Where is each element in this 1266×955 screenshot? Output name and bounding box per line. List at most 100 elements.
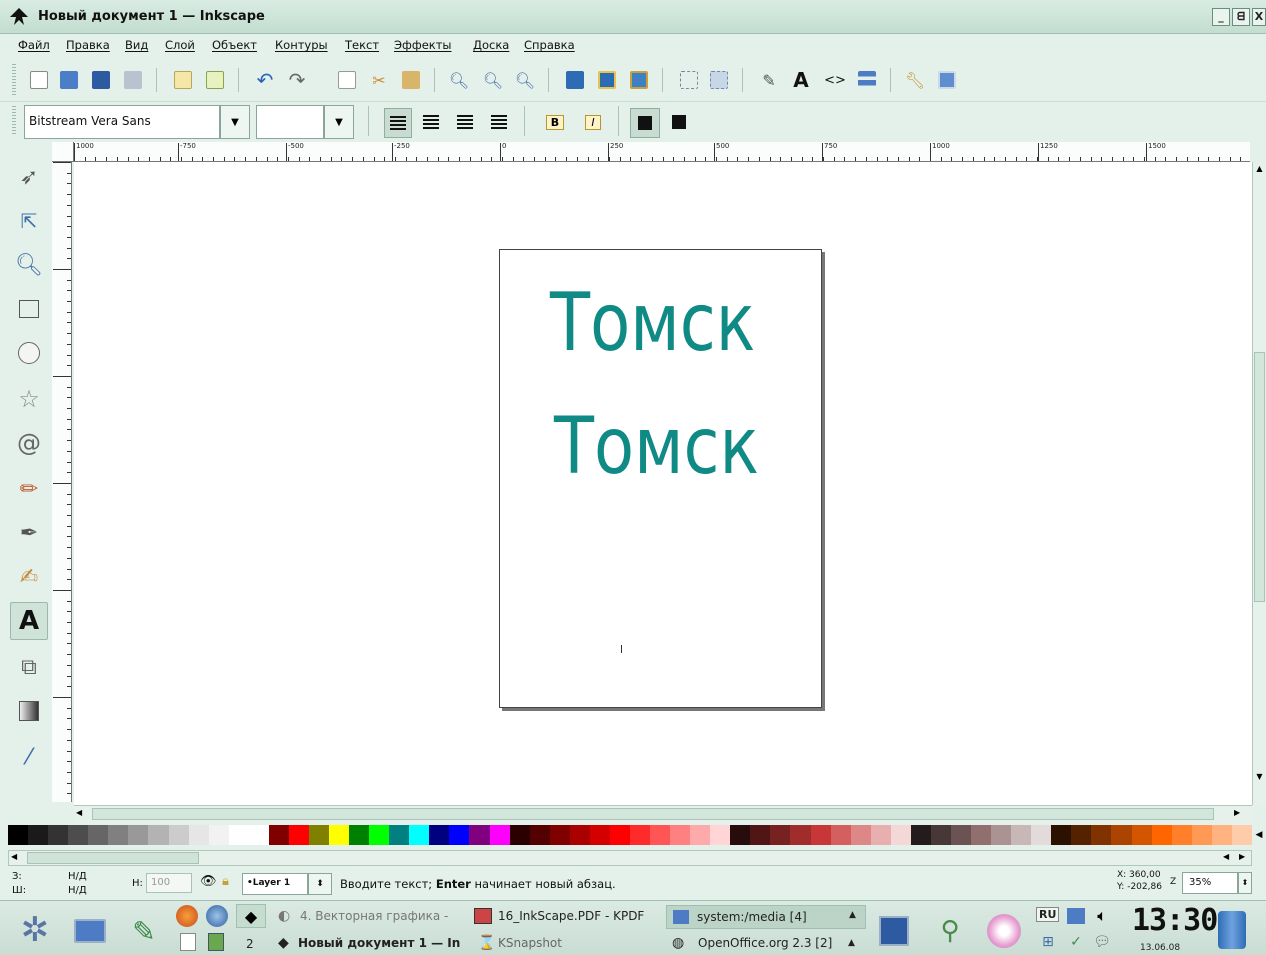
menu-view[interactable]: Вид <box>125 38 148 52</box>
task-kpdf[interactable]: 16_InkScape.PDF - KPDF <box>470 905 660 929</box>
palette-swatch[interactable] <box>429 825 450 845</box>
open-icon[interactable] <box>56 67 82 93</box>
star-tool[interactable]: ☆ <box>10 380 48 418</box>
import-icon[interactable] <box>170 67 196 93</box>
palette-swatch[interactable] <box>670 825 691 845</box>
palette-scroll-thumb[interactable] <box>27 852 199 864</box>
scroll-left-icon[interactable]: ◀ <box>11 852 17 861</box>
horizontal-ruler[interactable]: 1000 -750 -500 -250 0 250 500 750 1000 1250 1500 <box>74 142 1250 162</box>
palette-swatch[interactable] <box>489 825 510 845</box>
page-area[interactable]: Томск Томск <box>499 249 822 708</box>
undo-icon[interactable]: ↶ <box>252 67 278 93</box>
palette-swatch[interactable] <box>1231 825 1252 845</box>
palette-swatch[interactable] <box>1211 825 1232 845</box>
palette-swatch[interactable] <box>188 825 209 845</box>
calculator-icon[interactable] <box>204 931 228 953</box>
duplicate-icon[interactable] <box>562 67 588 93</box>
align-right-button[interactable] <box>452 109 478 135</box>
ungroup-icon[interactable] <box>706 67 732 93</box>
paste-icon[interactable] <box>398 67 424 93</box>
zoom-selection-icon[interactable]: 🔍︎ <box>446 67 472 93</box>
export-icon[interactable] <box>202 67 228 93</box>
clock-time[interactable]: 13:30 <box>1132 903 1218 938</box>
palette-swatch[interactable] <box>770 825 791 845</box>
menu-object[interactable]: Объект <box>212 38 257 52</box>
menu-text[interactable]: Текст <box>345 38 379 52</box>
new-icon[interactable] <box>26 67 52 93</box>
canvas-text-1[interactable]: Томск <box>550 276 755 369</box>
scroll-down-icon[interactable]: ▼ <box>1254 772 1265 784</box>
inkscape-launcher-icon[interactable]: ◆ <box>236 904 266 928</box>
close-button[interactable]: X <box>1252 8 1266 26</box>
palette-swatch[interactable] <box>910 825 931 845</box>
desktop-number[interactable]: 2 <box>246 937 254 951</box>
color-palette[interactable] <box>8 825 1252 845</box>
italic-button[interactable]: I <box>580 109 606 135</box>
minimize-button[interactable]: _ <box>1212 8 1230 26</box>
palette-swatch[interactable] <box>1131 825 1152 845</box>
palette-swatch[interactable] <box>790 825 811 845</box>
layer-selector[interactable]: •Layer 1 <box>242 873 308 895</box>
palette-swatch[interactable] <box>168 825 189 845</box>
palette-swatch[interactable] <box>950 825 971 845</box>
palette-swatch[interactable] <box>329 825 350 845</box>
selector-tool[interactable]: ➶ <box>10 158 48 196</box>
trash-icon[interactable] <box>1214 909 1250 951</box>
horizontal-scrollbar[interactable]: ◀ ▶ <box>74 805 1252 823</box>
palette-swatch[interactable] <box>128 825 149 845</box>
palette-swatch[interactable] <box>810 825 831 845</box>
bold-button[interactable]: B <box>542 109 568 135</box>
palette-swatch[interactable] <box>148 825 169 845</box>
spiral-tool[interactable]: @ <box>10 424 48 462</box>
opacity-input[interactable]: 100 <box>146 873 192 893</box>
clone-icon[interactable] <box>594 67 620 93</box>
palette-swatch[interactable] <box>28 825 49 845</box>
text-tool[interactable]: A <box>10 602 48 640</box>
vertical-scrollbar[interactable]: ▲ ▼ <box>1252 162 1266 805</box>
unlink-clone-icon[interactable] <box>626 67 652 93</box>
node-tool[interactable]: ⇱ <box>10 202 48 240</box>
group-icon[interactable] <box>676 67 702 93</box>
notes-icon[interactable] <box>176 931 200 953</box>
justify-button[interactable] <box>486 109 512 135</box>
stroke-value[interactable]: Н/Д <box>68 885 87 896</box>
font-size-dropdown-button[interactable]: ▼ <box>324 105 354 139</box>
save-icon[interactable] <box>88 67 114 93</box>
palette-scroll-icon[interactable]: ◀ <box>1252 825 1266 845</box>
menu-file[interactable]: Файл <box>18 38 50 52</box>
redo-icon[interactable]: ↷ <box>284 67 310 93</box>
connector-tool[interactable]: ⧉ <box>10 648 48 686</box>
palette-swatch[interactable] <box>1071 825 1092 845</box>
menu-layer[interactable]: Слой <box>165 38 195 52</box>
palette-swatch[interactable] <box>1171 825 1192 845</box>
palette-swatch[interactable] <box>830 825 851 845</box>
scroll-right-icon[interactable]: ▶ <box>1234 808 1246 820</box>
palette-swatch[interactable] <box>509 825 530 845</box>
network-status-icon[interactable]: ⊞ <box>1036 931 1060 953</box>
palette-swatch[interactable] <box>369 825 390 845</box>
palette-swatch[interactable] <box>549 825 570 845</box>
palette-scrollbar[interactable]: ◀ ◀ ▶ <box>8 850 1252 866</box>
xml-editor-icon[interactable]: <> <box>822 67 848 93</box>
palette-swatch[interactable] <box>389 825 410 845</box>
horizontal-scroll-thumb[interactable] <box>92 808 1214 820</box>
palette-swatch[interactable] <box>108 825 129 845</box>
palette-swatch[interactable] <box>349 825 370 845</box>
palette-swatch[interactable] <box>690 825 711 845</box>
dropper-tool[interactable]: ⁄ <box>10 738 48 776</box>
cut-icon[interactable]: ✂ <box>366 67 392 93</box>
palette-swatch[interactable] <box>1191 825 1212 845</box>
zoom-drawing-icon[interactable]: 🔍︎ <box>480 67 506 93</box>
palette-swatch[interactable] <box>629 825 650 845</box>
menu-effects[interactable]: Эффекты <box>394 38 452 52</box>
thunderbird-icon[interactable] <box>204 904 230 928</box>
palette-swatch[interactable] <box>288 825 309 845</box>
palette-swatch[interactable] <box>569 825 590 845</box>
scroll-up-icon[interactable]: ▲ <box>1254 164 1265 176</box>
zoom-stepper[interactable]: ⬍ <box>1238 872 1252 894</box>
align-icon[interactable] <box>854 67 880 93</box>
cd-burner-icon[interactable] <box>982 911 1026 951</box>
scroll-left-icon[interactable]: ◀ <box>76 808 88 820</box>
align-center-button[interactable] <box>418 109 444 135</box>
align-left-button[interactable] <box>384 108 412 138</box>
